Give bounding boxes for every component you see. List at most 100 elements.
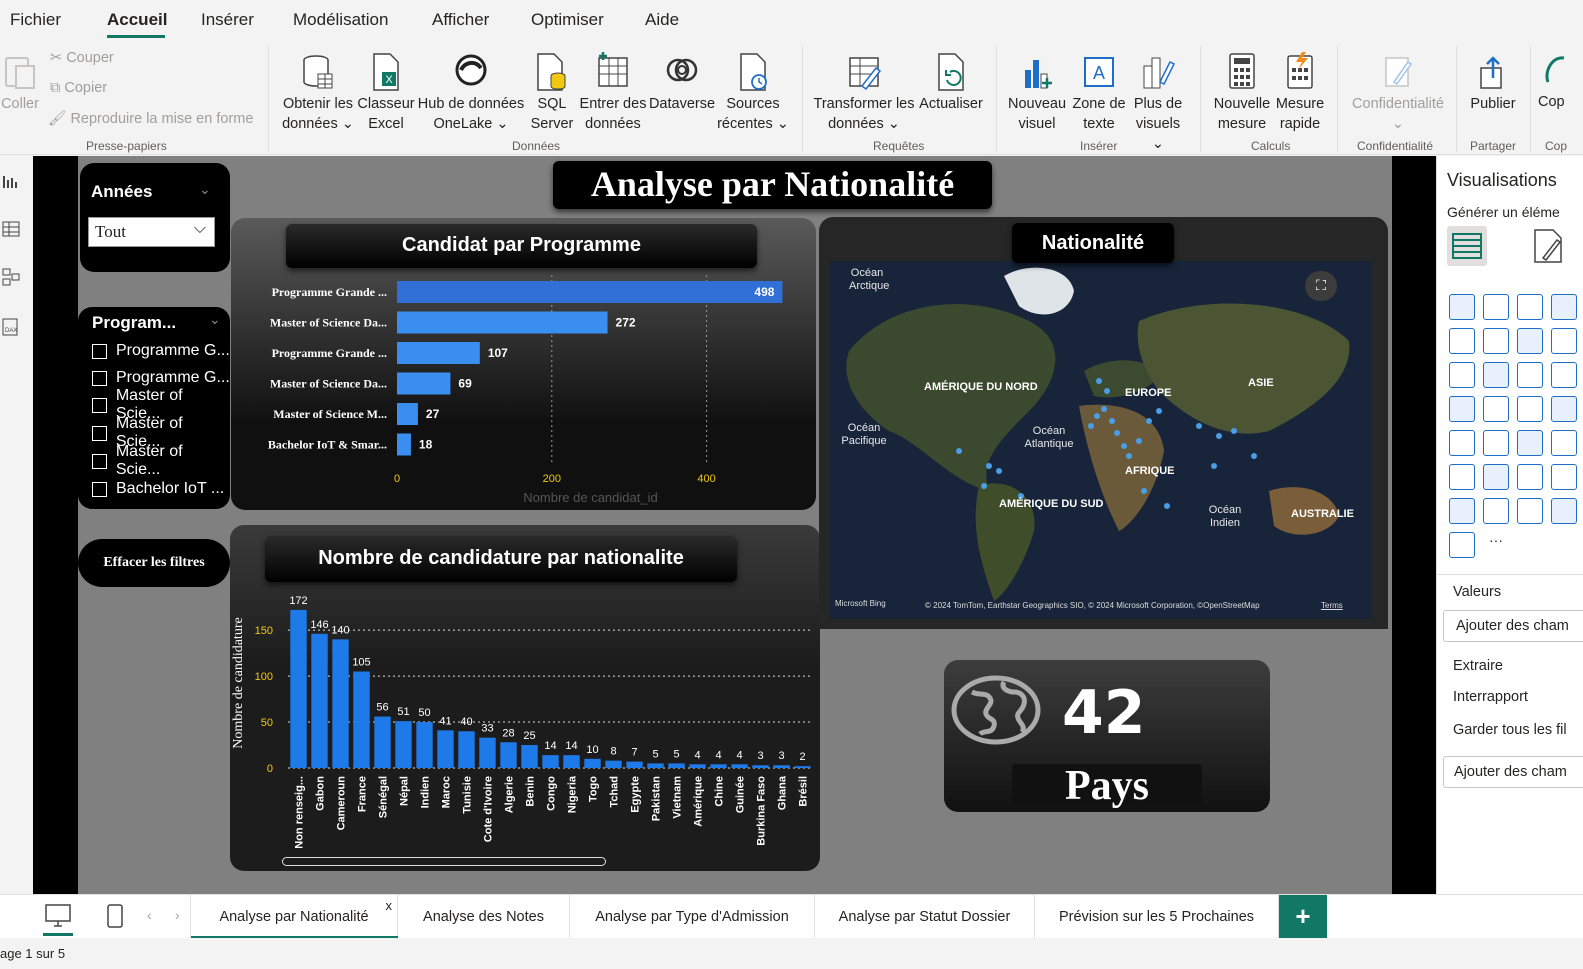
funnel-icon[interactable] — [1517, 362, 1543, 388]
checkbox[interactable] — [92, 370, 107, 386]
power-automate-icon[interactable] — [1449, 532, 1475, 558]
transform-data-button[interactable]: Transformer les données ⌄ — [812, 52, 916, 134]
scroll-left-icon[interactable]: ‹ — [147, 907, 152, 923]
checkbox[interactable] — [92, 453, 107, 469]
map-area[interactable]: Océan Arctique AMÉRIQUE DU NORD EUROPE A… — [829, 261, 1372, 619]
report-view-icon[interactable] — [2, 172, 20, 190]
checkbox[interactable] — [92, 481, 107, 497]
program-option[interactable]: Bachelor IoT ... — [92, 477, 224, 501]
add-page-button[interactable]: + — [1279, 895, 1327, 939]
scroll-right-icon[interactable]: › — [175, 907, 180, 923]
more-options-icon[interactable]: ··· — [1483, 532, 1509, 558]
checkbox[interactable] — [92, 425, 107, 441]
filled-map-icon[interactable] — [1517, 396, 1543, 422]
checkbox[interactable] — [92, 343, 107, 359]
column-icon[interactable] — [1551, 294, 1577, 320]
more-visuals-button[interactable]: Plus de visuels ⌄ — [1128, 52, 1188, 154]
textbox-button[interactable]: A Zone de texte — [1070, 52, 1128, 134]
format-visual-icon[interactable] — [1531, 228, 1565, 264]
stacked-bar-icon[interactable] — [1449, 294, 1475, 320]
azure-map-icon[interactable] — [1551, 396, 1577, 422]
gauge-icon[interactable] — [1551, 498, 1577, 524]
paste-button[interactable]: Coller — [0, 52, 40, 114]
chevron-down-icon[interactable]: ⌄ — [199, 181, 211, 198]
checkbox[interactable] — [92, 397, 107, 413]
new-card-icon[interactable] — [1517, 498, 1543, 524]
tab-type-admission[interactable]: Analyse par Type d'Admission — [570, 895, 815, 939]
menu-optimiser[interactable]: Optimiser — [531, 10, 604, 30]
model-view-icon[interactable] — [2, 268, 20, 286]
refresh-button[interactable]: Actualiser — [916, 52, 986, 114]
stacked-area-icon[interactable] — [1517, 328, 1543, 354]
card-icon[interactable] — [1449, 430, 1475, 456]
program-option[interactable]: Programme G... — [92, 339, 230, 363]
paginated-report-icon[interactable] — [1483, 498, 1509, 524]
key-influencers-icon[interactable] — [1517, 464, 1543, 490]
copilot-button[interactable]: Cop — [1538, 52, 1583, 112]
program-option[interactable]: Master of Scie... — [92, 443, 230, 478]
onelake-button[interactable]: Hub de données OneLake ⌄ — [415, 52, 527, 134]
multi-row-card-icon[interactable] — [1483, 430, 1509, 456]
menu-inserer[interactable]: Insérer — [201, 10, 254, 30]
dax-view-icon[interactable]: DAX — [2, 318, 20, 336]
enter-data-button[interactable]: Entrer des données — [578, 52, 648, 134]
get-data-button[interactable]: Obtenir les données ⌄ — [280, 52, 356, 134]
program-option[interactable]: Master of Scie... — [92, 387, 230, 422]
menu-afficher[interactable]: Afficher — [432, 10, 489, 30]
dataverse-button[interactable]: Dataverse — [648, 52, 716, 114]
close-icon[interactable]: x — [386, 898, 393, 913]
menu-accueil[interactable]: Accueil — [107, 10, 167, 30]
years-dropdown[interactable]: Tout ⌵ — [88, 217, 215, 247]
trophy-icon[interactable] — [1449, 498, 1475, 524]
values-drop-well[interactable]: Ajouter des cham — [1443, 610, 1583, 642]
tab-statut-dossier[interactable]: Analyse par Statut Dossier — [815, 895, 1035, 939]
copy-button[interactable]: ⧉ Copier — [50, 80, 107, 96]
menu-aide[interactable]: Aide — [645, 10, 679, 30]
program-option[interactable]: Master of Scie... — [92, 415, 230, 450]
menu-fichier[interactable]: Fichier — [10, 10, 61, 30]
map-icon[interactable] — [1483, 396, 1509, 422]
menu-modelisation[interactable]: Modélisation — [293, 10, 388, 30]
decomp-tree-icon[interactable] — [1551, 464, 1577, 490]
excel-button[interactable]: X Classeur Excel — [357, 52, 415, 134]
line-chart-icon[interactable] — [1449, 328, 1475, 354]
drill-drop-well[interactable]: Ajouter des cham — [1443, 756, 1583, 788]
x-category-label: Ghana — [777, 775, 789, 810]
desktop-layout-icon[interactable] — [44, 903, 72, 929]
recent-sources-button[interactable]: Sources récentes ⌄ — [716, 52, 790, 134]
line-column-icon[interactable] — [1449, 362, 1475, 388]
tab-prevision[interactable]: Prévision sur les 5 Prochaines — [1035, 895, 1279, 939]
dataverse-icon — [666, 58, 698, 82]
cut-button[interactable]: ✂ Couper — [50, 50, 114, 66]
map-terms-link[interactable]: Terms — [1321, 601, 1343, 610]
kpi-icon[interactable] — [1517, 430, 1543, 456]
tab-analyse-nationalite[interactable]: Analyse par Nationalité x — [190, 895, 398, 939]
ribbon-chart-icon[interactable] — [1551, 328, 1577, 354]
horizontal-scrollbar[interactable] — [282, 857, 606, 866]
format-painter-button[interactable]: 🖌 Reproduire la mise en forme — [48, 110, 253, 127]
clustered-bar-icon[interactable] — [1517, 294, 1543, 320]
years-slicer[interactable]: Années ⌄ Tout ⌵ — [80, 163, 230, 272]
area-chart-icon[interactable] — [1483, 328, 1509, 354]
build-visual-tab[interactable] — [1447, 226, 1487, 266]
treemap-icon[interactable] — [1449, 396, 1475, 422]
tab-analyse-notes[interactable]: Analyse des Notes — [398, 895, 570, 939]
publish-button[interactable]: Publier — [1464, 52, 1522, 114]
mobile-layout-icon[interactable] — [106, 903, 124, 929]
focus-mode-icon[interactable]: ⛶ — [1305, 271, 1337, 301]
r-script-icon[interactable] — [1449, 464, 1475, 490]
table-view-icon[interactable] — [2, 220, 20, 238]
new-visual-button[interactable]: Nouveau visuel — [1004, 52, 1070, 134]
scatter-icon[interactable] — [1551, 362, 1577, 388]
sql-server-button[interactable]: SQL Server — [530, 52, 574, 134]
waterfall-icon[interactable] — [1483, 362, 1509, 388]
chevron-down-icon[interactable]: ⌄ — [209, 311, 221, 328]
sql-label-2: Server — [530, 116, 574, 132]
sensitivity-button[interactable]: Confidentialité ⌄ — [1346, 52, 1450, 134]
clear-filters-button[interactable]: Effacer les filtres — [78, 539, 230, 587]
slicer-icon[interactable] — [1551, 430, 1577, 456]
python-icon[interactable] — [1483, 464, 1509, 490]
quick-measure-button[interactable]: Mesure rapide — [1272, 52, 1328, 134]
new-measure-button[interactable]: Nouvelle mesure — [1210, 52, 1274, 134]
clustered-column-icon[interactable] — [1483, 294, 1509, 320]
